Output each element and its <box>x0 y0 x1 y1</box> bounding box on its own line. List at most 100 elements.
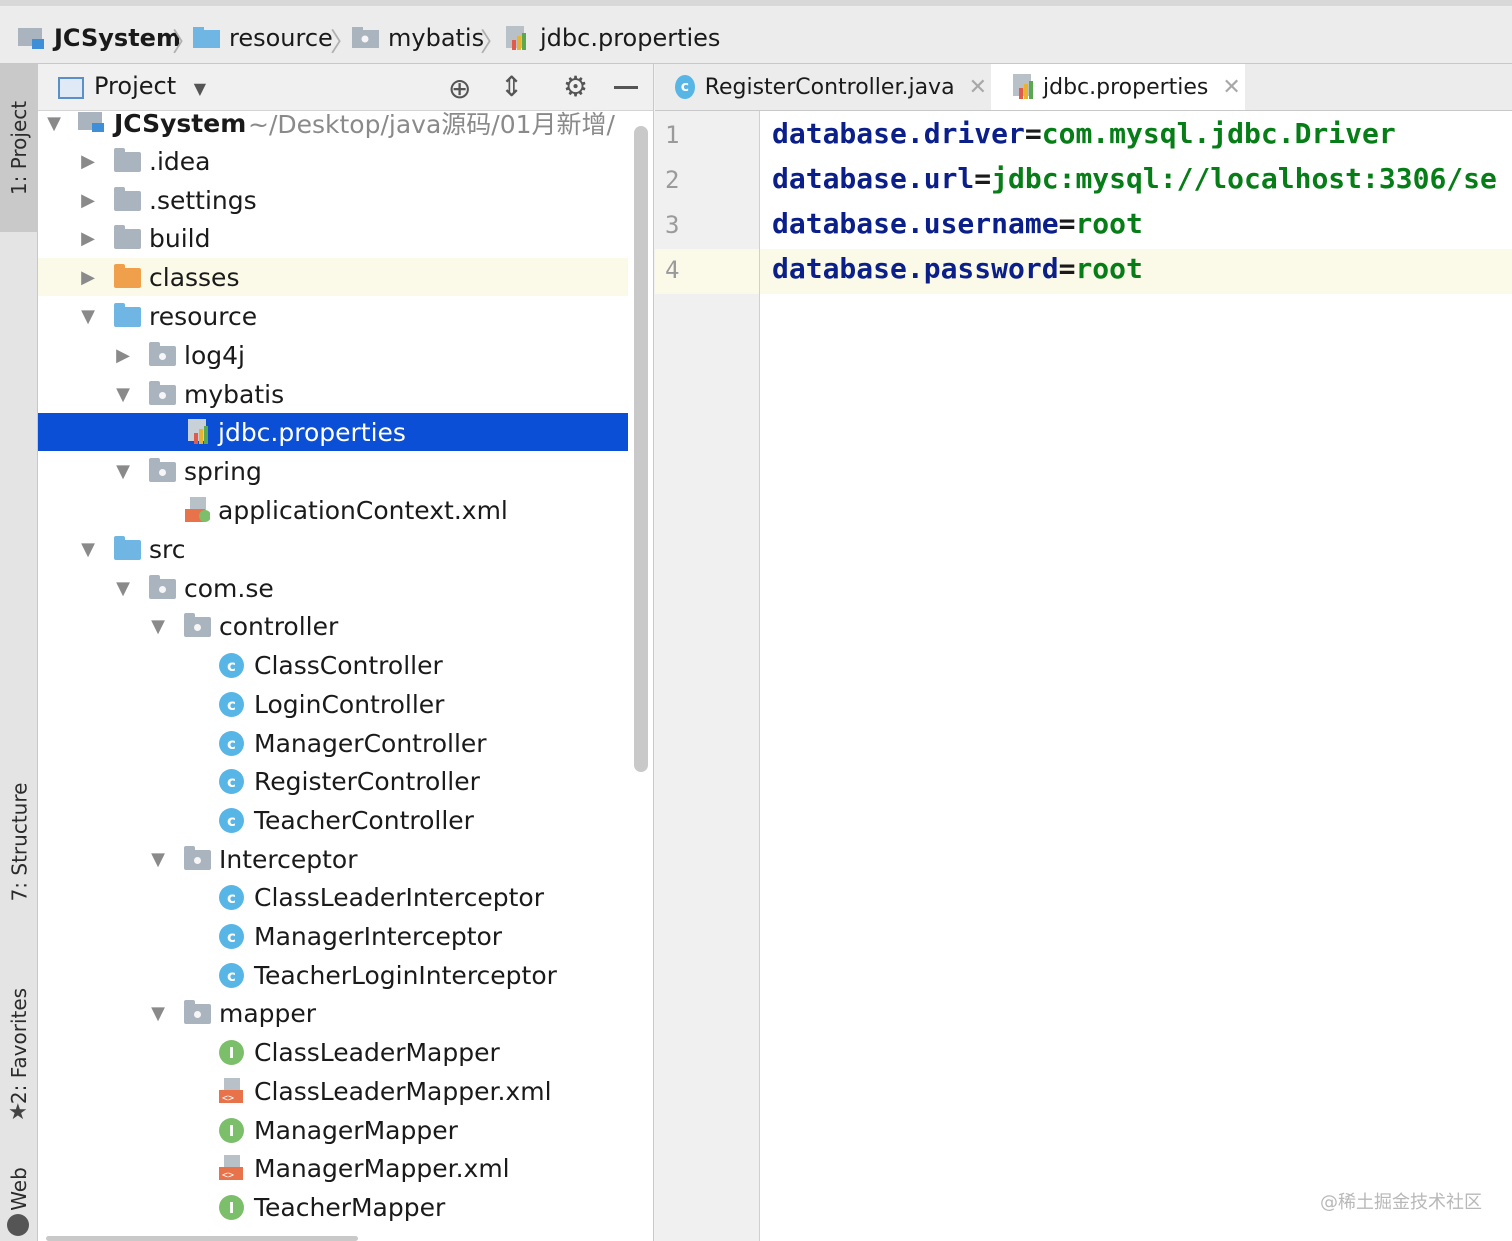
code-line[interactable]: database.driver=com.mysql.jdbc.Driver <box>772 117 1396 150</box>
line-number: 2 <box>665 166 680 194</box>
source-folder-icon <box>114 536 141 560</box>
breadcrumb-resource[interactable]: resource <box>193 22 333 54</box>
folder-icon <box>114 187 141 211</box>
breadcrumb-project[interactable]: JCSystem <box>18 22 181 54</box>
tree-row-interface[interactable]: I ClassLeaderMapper <box>38 1033 628 1071</box>
expand-arrow-icon[interactable]: ▼ <box>78 306 98 327</box>
tree-row-class[interactable]: c ClassController <box>38 646 628 684</box>
tree-row-folder[interactable]: ▼ resource <box>38 297 628 335</box>
tree-row-interface[interactable]: I TeacherMapper <box>38 1188 628 1226</box>
tree-row-package[interactable]: ▼ controller <box>38 607 628 645</box>
collapsed-arrow-icon[interactable]: ▶ <box>78 190 98 211</box>
expand-arrow-icon[interactable]: ▼ <box>148 1003 168 1024</box>
tree-item-label: applicationContext.xml <box>218 495 508 525</box>
collapsed-arrow-icon[interactable]: ▶ <box>113 345 133 366</box>
minimize-icon[interactable] <box>614 86 638 89</box>
expand-arrow-icon[interactable]: ▼ <box>78 539 98 560</box>
tree-row-package[interactable]: ▼ mapper <box>38 994 628 1032</box>
tab-jdbc-properties[interactable]: jdbc.properties ✕ <box>991 64 1245 110</box>
tree-item-label: ManagerInterceptor <box>254 921 503 951</box>
tree-row-package[interactable]: ▼ mybatis <box>38 375 628 413</box>
code-line[interactable]: database.username=root <box>772 207 1143 240</box>
line-number: 4 <box>665 256 680 284</box>
tree-row-package[interactable]: ▼ Interceptor <box>38 840 628 878</box>
close-icon[interactable]: ✕ <box>1222 75 1240 100</box>
tab-register-controller[interactable]: c RegisterController.java ✕ <box>665 64 987 110</box>
structure-tool-tab[interactable]: 7: Structure <box>0 752 38 932</box>
tree-row-package[interactable]: ▶ log4j <box>38 336 628 374</box>
collapsed-arrow-icon[interactable]: ▶ <box>78 151 98 172</box>
chevron-right-icon: 〉 <box>480 28 507 58</box>
tree-row-file-selected[interactable]: jdbc.properties <box>38 413 628 451</box>
project-tool-tab-label: 1: Project <box>7 100 31 196</box>
tree-row-package[interactable]: ▼ com.se <box>38 569 628 607</box>
module-icon <box>18 28 44 49</box>
property-equals: = <box>1058 252 1076 285</box>
tree-row-class[interactable]: c RegisterController <box>38 762 628 800</box>
tool-window-stripe: 1: Project 7: Structure 2: Favorites ★ W… <box>0 64 38 1241</box>
project-vertical-scrollbar[interactable] <box>634 126 648 772</box>
property-key: database.driver <box>772 117 1025 150</box>
tree-item-label: TeacherMapper <box>254 1192 446 1222</box>
tree-row-file[interactable]: applicationContext.xml <box>38 491 628 529</box>
code-line[interactable]: database.password=root <box>772 252 1143 285</box>
tree-row-interface[interactable]: I ManagerMapper <box>38 1111 628 1149</box>
tree-row-folder[interactable]: ▼ src <box>38 530 628 568</box>
tree-row-folder[interactable]: ▶ .settings <box>38 181 628 219</box>
module-icon <box>78 112 104 132</box>
properties-file-icon <box>506 26 526 50</box>
tree-item-label: controller <box>219 611 339 641</box>
root-name: JCSystem <box>114 108 247 138</box>
tree-item-label: mybatis <box>184 379 285 409</box>
tree-item-label: jdbc.properties <box>218 417 406 447</box>
excluded-folder-icon <box>114 264 141 288</box>
code-line[interactable]: database.url=jdbc:mysql://localhost:3306… <box>772 162 1497 195</box>
class-icon: c <box>219 885 244 910</box>
collapse-all-icon[interactable]: ⇕ <box>500 70 523 103</box>
tree-item-label: build <box>149 223 211 253</box>
tree-row-class[interactable]: c ClassLeaderInterceptor <box>38 878 628 916</box>
project-view-icon <box>58 77 84 99</box>
collapsed-arrow-icon[interactable]: ▶ <box>78 267 98 288</box>
gear-icon[interactable]: ⚙ <box>563 70 588 103</box>
editor-tab-bar: c RegisterController.java ✕ jdbc.propert… <box>655 64 1512 111</box>
web-tool-tab-label: Web <box>7 1167 32 1211</box>
tree-row-file[interactable]: <> ClassLeaderMapper.xml <box>38 1072 628 1110</box>
tree-row-file[interactable]: <> ManagerMapper.xml <box>38 1149 628 1187</box>
expand-arrow-icon[interactable]: ▼ <box>148 849 168 870</box>
tree-row-class[interactable]: c ManagerController <box>38 724 628 762</box>
tree-item-label: TeacherLoginInterceptor <box>254 960 557 990</box>
tree-row-package[interactable]: ▼ spring <box>38 452 628 490</box>
expand-arrow-icon[interactable]: ▼ <box>113 384 133 405</box>
tree-row-class[interactable]: c TeacherController <box>38 801 628 839</box>
project-horizontal-scrollbar[interactable] <box>46 1236 358 1241</box>
package-folder-icon <box>149 381 176 405</box>
project-view-dropdown[interactable]: Project ▼ <box>94 72 206 100</box>
expand-arrow-icon[interactable]: ▼ <box>113 461 133 482</box>
locate-target-icon[interactable]: ⊕ <box>448 72 471 105</box>
interface-icon: I <box>219 1040 244 1065</box>
close-icon[interactable]: ✕ <box>969 75 987 100</box>
tree-row-folder[interactable]: ▶ classes <box>38 258 628 296</box>
expand-arrow-icon[interactable]: ▼ <box>44 113 64 134</box>
code-lines[interactable]: 1 database.driver=com.mysql.jdbc.Driver … <box>655 111 1512 311</box>
star-icon: ★ <box>8 1100 28 1125</box>
collapsed-arrow-icon[interactable]: ▶ <box>78 228 98 249</box>
project-tool-tab[interactable]: 1: Project <box>0 64 38 232</box>
package-folder-icon <box>149 342 176 366</box>
breadcrumb-file[interactable]: jdbc.properties <box>504 22 720 54</box>
tree-row-folder[interactable]: ▶ .idea <box>38 142 628 180</box>
breadcrumb-file-label: jdbc.properties <box>540 24 721 52</box>
property-equals: = <box>974 162 992 195</box>
expand-arrow-icon[interactable]: ▼ <box>148 616 168 637</box>
interface-icon: I <box>219 1118 244 1143</box>
expand-arrow-icon[interactable]: ▼ <box>113 578 133 599</box>
tree-row-folder[interactable]: ▶ build <box>38 219 628 257</box>
tree-row-class[interactable]: c TeacherLoginInterceptor <box>38 956 628 994</box>
tree-row-class[interactable]: c ManagerInterceptor <box>38 917 628 955</box>
tree-row-class[interactable]: c LoginController <box>38 685 628 723</box>
class-icon: c <box>219 808 244 833</box>
tree-item-label: Interceptor <box>219 844 358 874</box>
breadcrumb-mybatis[interactable]: mybatis <box>352 22 484 54</box>
tree-row-root[interactable]: ▼ JCSystem ~/Desktop/java源码/01月新增/ <box>38 104 628 142</box>
